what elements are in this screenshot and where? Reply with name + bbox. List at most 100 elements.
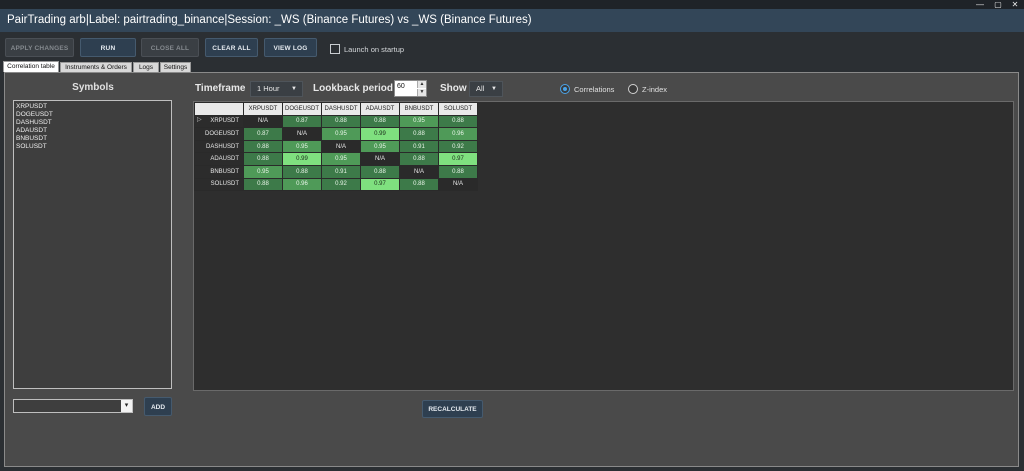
table-cell[interactable]: 0.96: [438, 127, 478, 141]
recalculate-button[interactable]: RECALCULATE: [422, 400, 483, 418]
table-cell[interactable]: 0.88: [360, 114, 400, 129]
launch-on-startup-checkbox[interactable]: [330, 44, 340, 54]
list-item[interactable]: XRPUSDT: [16, 103, 169, 111]
table-cell[interactable]: N/A: [282, 127, 322, 141]
table-cell[interactable]: N/A: [243, 114, 283, 129]
table-row[interactable]: SOLUSDT 0.88 0.96 0.92 0.97 0.88 N/A: [194, 177, 478, 192]
run-button[interactable]: RUN: [80, 38, 136, 57]
clear-all-button[interactable]: CLEAR ALL: [205, 38, 258, 57]
table-cell[interactable]: 0.95: [399, 114, 439, 129]
row-header[interactable]: DASHUSDT: [194, 139, 244, 154]
table-cell[interactable]: 0.88: [243, 152, 283, 166]
row-label: BNBUSDT: [210, 168, 239, 175]
table-cell[interactable]: 0.88: [243, 139, 283, 154]
correlations-label: Correlations: [574, 85, 615, 94]
table-cell[interactable]: 0.88: [243, 177, 283, 192]
stepper-down-icon[interactable]: ▼: [417, 89, 426, 96]
column-header[interactable]: BNBUSDT: [399, 102, 439, 116]
table-corner: [194, 102, 244, 116]
maximize-icon[interactable]: ▢: [990, 0, 1006, 9]
minimize-icon[interactable]: —: [972, 0, 988, 9]
lookback-label: Lookback period: [313, 83, 394, 94]
table-cell[interactable]: 0.88: [399, 152, 439, 166]
column-header[interactable]: DOGEUSDT: [282, 102, 322, 116]
column-header[interactable]: DASHUSDT: [321, 102, 361, 116]
tab-correlation-table[interactable]: Correlation table: [3, 61, 59, 72]
list-item[interactable]: ADAUSDT: [16, 127, 169, 135]
table-cell[interactable]: 0.91: [321, 164, 361, 179]
z-index-radio[interactable]: [628, 84, 638, 94]
column-header[interactable]: XRPUSDT: [243, 102, 283, 116]
add-symbol-button[interactable]: ADD: [144, 397, 172, 416]
table-row[interactable]: DASHUSDT 0.88 0.95 N/A 0.95 0.91 0.92: [194, 139, 478, 154]
table-row[interactable]: DOGEUSDT 0.87 N/A 0.95 0.99 0.88 0.96: [194, 127, 478, 141]
stepper-up-icon[interactable]: ▲: [417, 81, 426, 88]
table-cell[interactable]: 0.88: [399, 177, 439, 192]
tab-logs[interactable]: Logs: [133, 62, 159, 72]
row-header[interactable]: ADAUSDT: [194, 152, 244, 166]
list-item[interactable]: DASHUSDT: [16, 119, 169, 127]
timeframe-select[interactable]: 1 Hour ▼: [250, 81, 303, 97]
close-icon[interactable]: ✕: [1007, 0, 1023, 9]
show-select[interactable]: All ▼: [469, 81, 503, 97]
table-cell[interactable]: 0.99: [282, 152, 322, 166]
apply-changes-button[interactable]: APPLY CHANGES: [5, 38, 74, 57]
table-row[interactable]: ▷ XRPUSDT N/A 0.87 0.88 0.88 0.95 0.88: [194, 114, 478, 129]
table-cell[interactable]: 0.95: [321, 127, 361, 141]
row-label: SOLUSDT: [210, 181, 239, 188]
table-cell[interactable]: 0.88: [360, 164, 400, 179]
table-cell[interactable]: 0.95: [360, 139, 400, 154]
symbols-list[interactable]: XRPUSDT DOGEUSDT DASHUSDT ADAUSDT BNBUSD…: [13, 100, 172, 389]
tab-settings[interactable]: Settings: [160, 62, 191, 72]
column-header[interactable]: ADAUSDT: [360, 102, 400, 116]
table-cell[interactable]: 0.87: [243, 127, 283, 141]
tab-instruments-orders[interactable]: Instruments & Orders: [60, 62, 132, 72]
list-item[interactable]: SOLUSDT: [16, 143, 169, 151]
lookback-value: 60: [397, 83, 405, 90]
row-header[interactable]: DOGEUSDT: [194, 127, 244, 141]
table-cell[interactable]: 0.88: [438, 114, 478, 129]
table-cell[interactable]: 0.95: [282, 139, 322, 154]
show-label: Show: [440, 83, 467, 94]
table-cell[interactable]: N/A: [360, 152, 400, 166]
table-cell[interactable]: 0.92: [438, 139, 478, 154]
row-label: DASHUSDT: [205, 143, 239, 150]
correlations-radio[interactable]: [560, 84, 570, 94]
timeframe-value: 1 Hour: [257, 84, 280, 93]
table-cell[interactable]: 0.95: [243, 164, 283, 179]
symbol-select[interactable]: ▾: [13, 399, 133, 413]
list-item[interactable]: BNBUSDT: [16, 135, 169, 143]
table-cell[interactable]: 0.88: [282, 164, 322, 179]
table-cell[interactable]: N/A: [321, 139, 361, 154]
table-cell[interactable]: 0.87: [282, 114, 322, 129]
table-cell[interactable]: N/A: [399, 164, 439, 179]
correlation-table: XRPUSDT DOGEUSDT DASHUSDT ADAUSDT BNBUSD…: [194, 102, 478, 192]
table-cell[interactable]: 0.88: [321, 114, 361, 129]
z-index-label: Z-index: [642, 85, 668, 94]
list-item[interactable]: DOGEUSDT: [16, 111, 169, 119]
table-cell[interactable]: 0.91: [399, 139, 439, 154]
view-log-button[interactable]: VIEW LOG: [264, 38, 317, 57]
chevron-down-icon[interactable]: ▾: [121, 400, 132, 412]
symbols-title: Symbols: [72, 82, 114, 93]
window-top-strip: [0, 0, 1024, 9]
close-all-button[interactable]: CLOSE ALL: [141, 38, 199, 57]
row-header[interactable]: ▷ XRPUSDT: [194, 114, 244, 129]
table-cell[interactable]: 0.97: [360, 177, 400, 192]
table-cell[interactable]: 0.88: [438, 164, 478, 179]
row-header[interactable]: BNBUSDT: [194, 164, 244, 179]
row-selector-icon: ▷: [197, 116, 202, 123]
column-header[interactable]: SOLUSDT: [438, 102, 478, 116]
table-row[interactable]: ADAUSDT 0.88 0.99 0.95 N/A 0.88 0.97: [194, 152, 478, 166]
table-cell[interactable]: 0.96: [282, 177, 322, 192]
table-cell[interactable]: 0.97: [438, 152, 478, 166]
table-cell[interactable]: 0.99: [360, 127, 400, 141]
table-cell[interactable]: 0.95: [321, 152, 361, 166]
table-cell[interactable]: 0.92: [321, 177, 361, 192]
table-cell[interactable]: N/A: [438, 177, 478, 192]
table-row[interactable]: BNBUSDT 0.95 0.88 0.91 0.88 N/A 0.88: [194, 164, 478, 179]
row-label: XRPUSDT: [210, 118, 239, 125]
row-header[interactable]: SOLUSDT: [194, 177, 244, 192]
lookback-stepper[interactable]: 60 ▲ ▼: [394, 80, 427, 97]
table-cell[interactable]: 0.88: [399, 127, 439, 141]
